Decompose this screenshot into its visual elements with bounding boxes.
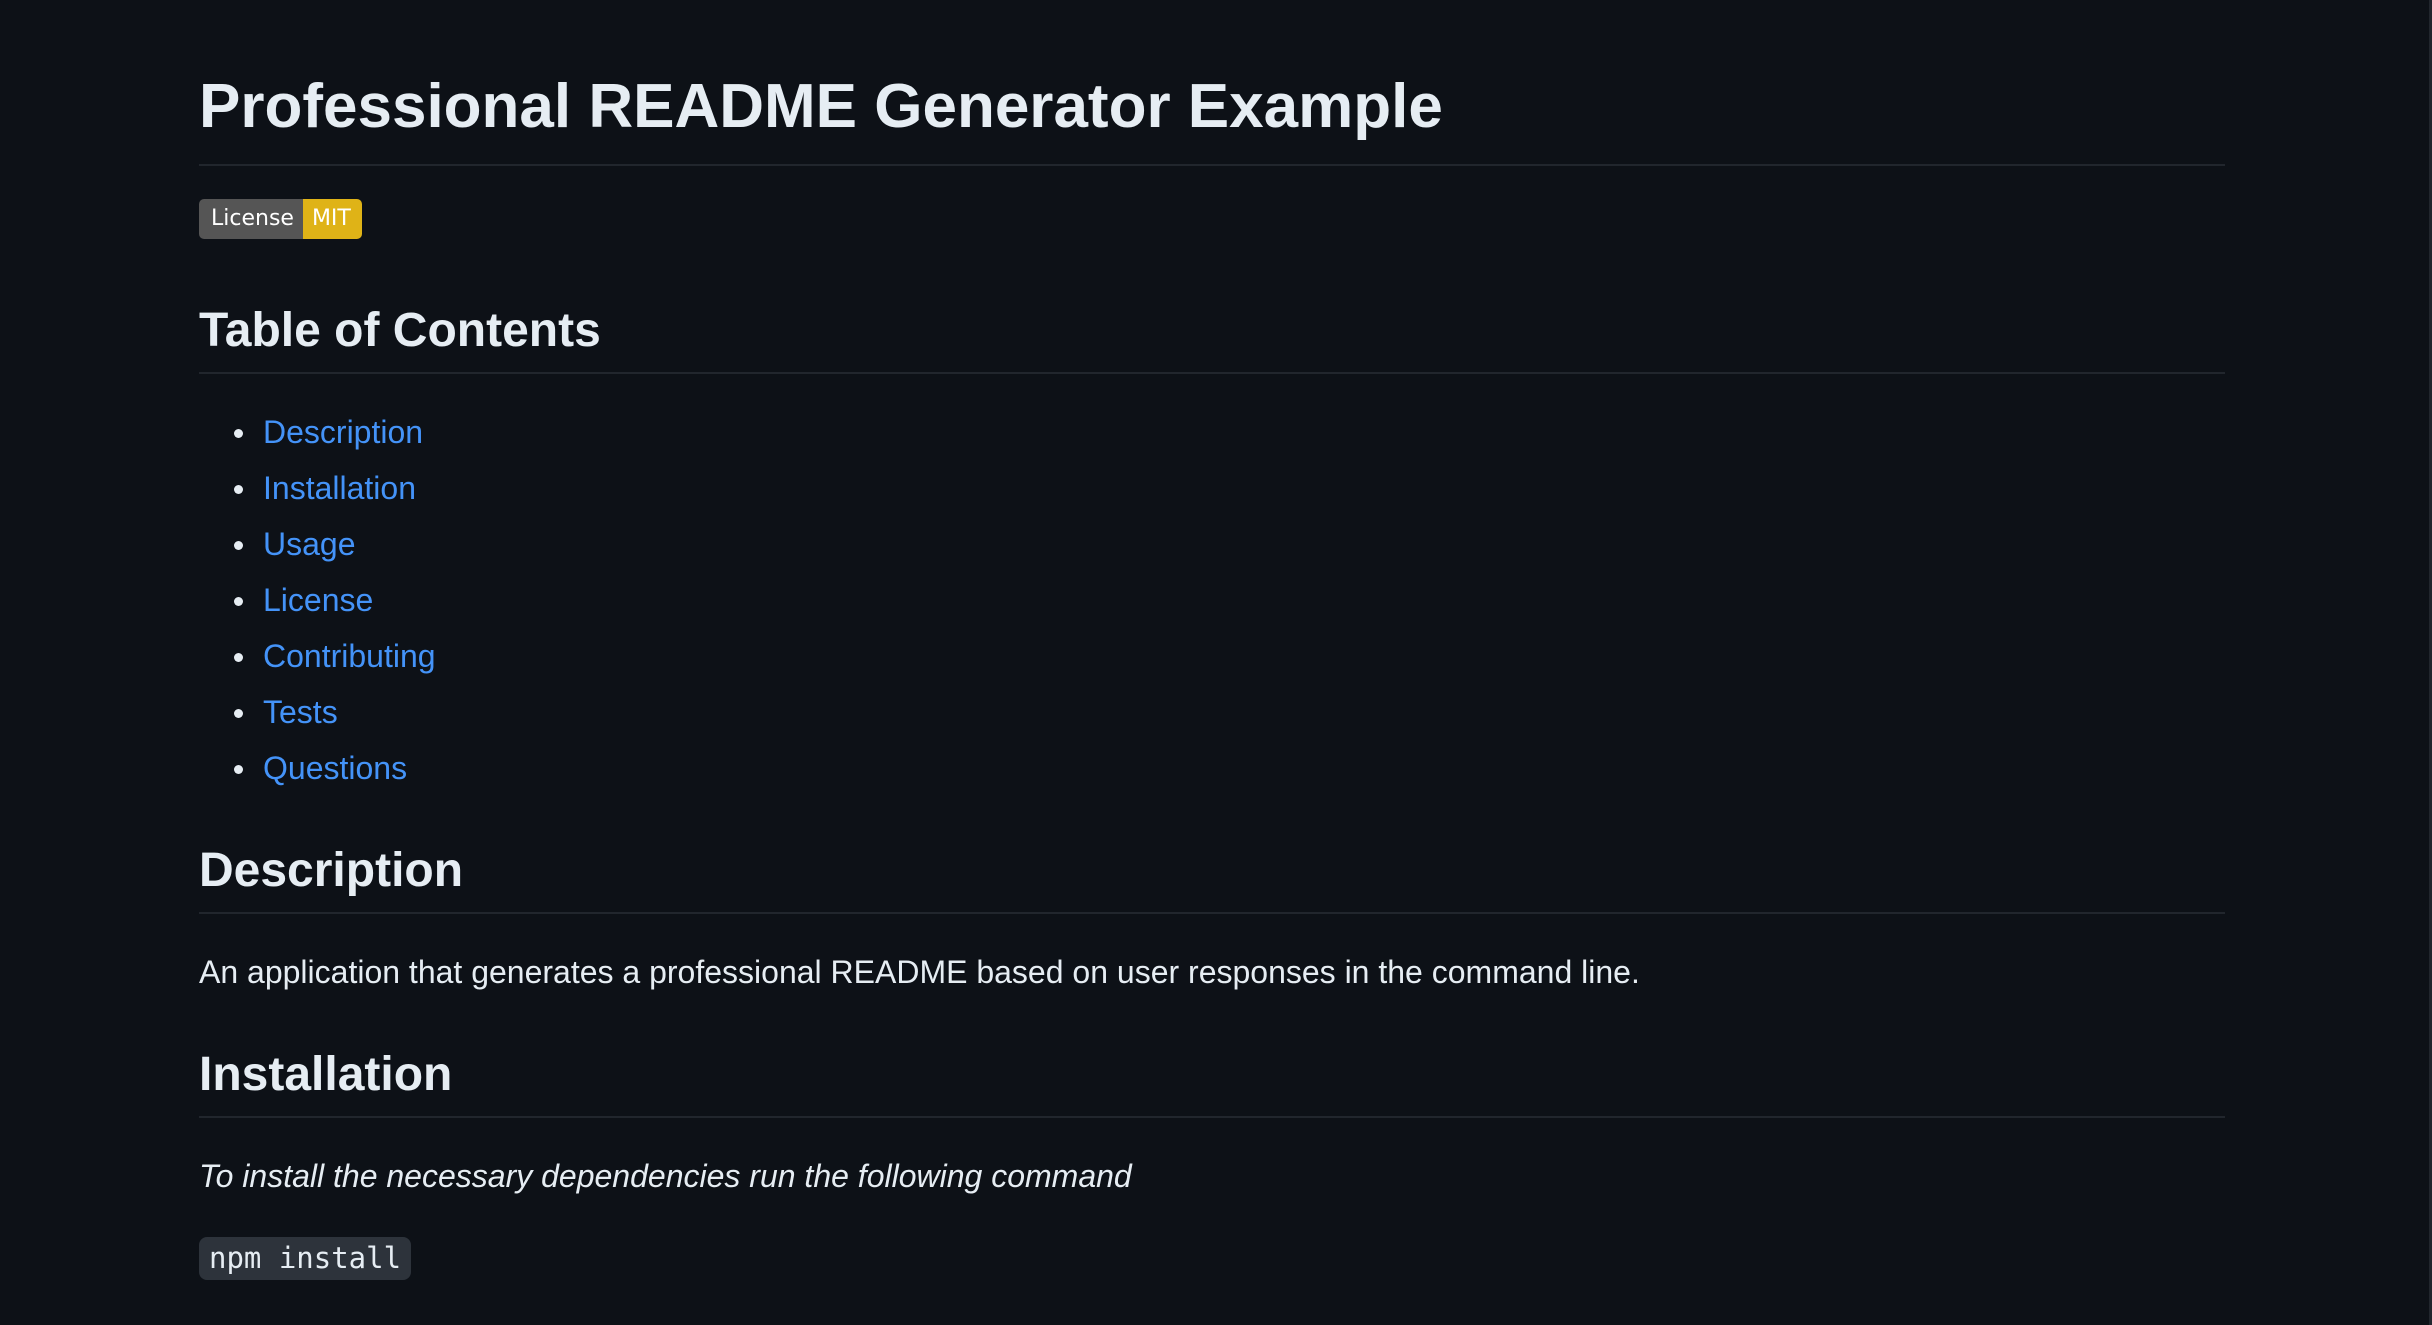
toc-item: Contributing — [199, 628, 436, 684]
table-of-contents: Description Installation Usage License C… — [199, 404, 436, 796]
license-badge-label: License — [199, 199, 303, 239]
toc-item: Description — [199, 404, 436, 460]
toc-divider — [199, 372, 2225, 374]
toc-item: License — [199, 572, 436, 628]
toc-link-description[interactable]: Description — [263, 414, 423, 450]
description-text: An application that generates a professi… — [199, 954, 1640, 990]
toc-item: Tests — [199, 684, 436, 740]
installation-divider — [199, 1116, 2225, 1118]
toc-heading: Table of Contents — [199, 304, 601, 357]
page-title: Professional README Generator Example — [199, 72, 1443, 141]
toc-link-questions[interactable]: Questions — [263, 750, 407, 786]
description-divider — [199, 912, 2225, 914]
installation-text: To install the necessary dependencies ru… — [199, 1158, 1132, 1194]
install-command-code: npm install — [199, 1237, 412, 1280]
toc-link-license[interactable]: License — [263, 582, 373, 618]
toc-link-tests[interactable]: Tests — [263, 694, 338, 730]
toc-item: Installation — [199, 460, 436, 516]
toc-link-installation[interactable]: Installation — [263, 470, 416, 506]
toc-link-usage[interactable]: Usage — [263, 526, 356, 562]
toc-item: Usage — [199, 516, 436, 572]
title-divider — [199, 164, 2225, 166]
description-heading: Description — [199, 844, 464, 897]
license-badge-value: MIT — [302, 199, 362, 239]
toc-item: Questions — [199, 740, 436, 796]
license-badge[interactable]: License MIT — [199, 199, 362, 239]
toc-link-contributing[interactable]: Contributing — [263, 638, 436, 674]
installation-heading: Installation — [199, 1048, 453, 1101]
